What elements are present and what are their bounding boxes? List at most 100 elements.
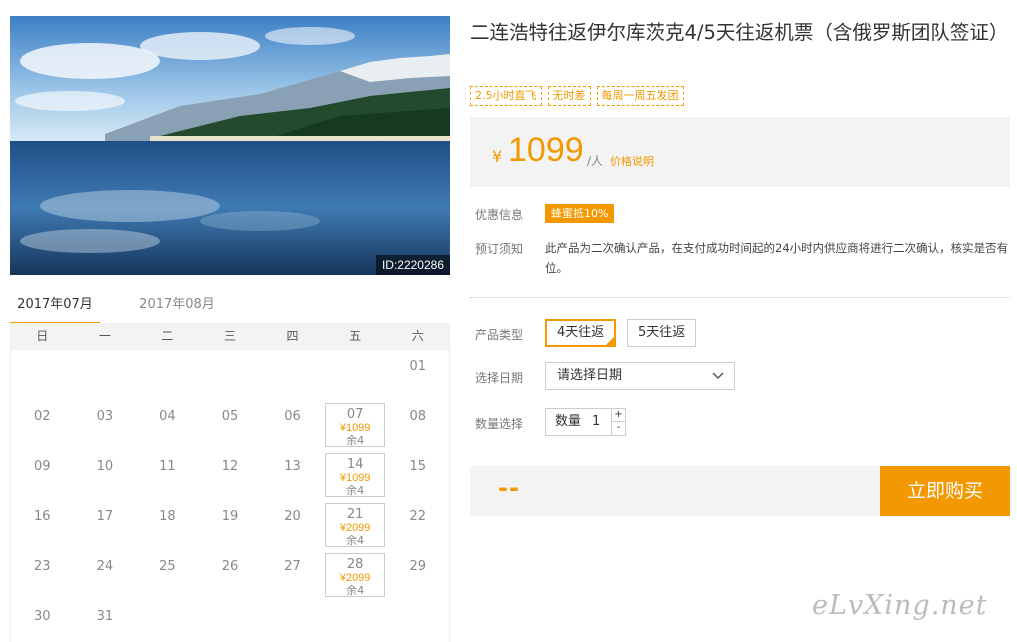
calendar-day-remaining: 余4 xyxy=(346,434,365,447)
total-bar: -- xyxy=(470,466,880,516)
calendar-day-number: 29 xyxy=(409,559,426,574)
calendar-day: 19 xyxy=(199,500,262,550)
calendar-day-number: 27 xyxy=(284,559,301,574)
calendar-day-number: 01 xyxy=(409,359,426,374)
calendar-day-number: 09 xyxy=(34,459,51,474)
calendar-day-number: 21 xyxy=(346,507,364,522)
price-unit: /人 xyxy=(587,154,604,168)
calendar-day-number: 02 xyxy=(34,409,51,424)
calendar-day: 04 xyxy=(136,400,199,450)
calendar-blank-cell xyxy=(11,350,74,400)
product-title: 二连浩特往返伊尔库茨克4/5天往返机票（含俄罗斯团队签证） xyxy=(470,21,1009,44)
calendar-weekday-header: 日 一 二 三 四 五 六 xyxy=(11,323,449,350)
notice-label: 预订须知 xyxy=(475,242,524,256)
calendar-day-number: 26 xyxy=(221,559,239,574)
calendar-day: 23 xyxy=(11,550,74,600)
calendar-day-price: ¥2099 xyxy=(339,522,371,534)
calendar-day-number: 22 xyxy=(409,509,426,524)
quantity-plus-button[interactable]: + xyxy=(611,409,625,422)
calendar-day: 24 xyxy=(74,550,137,600)
feature-tag: 2.5小时直飞 xyxy=(470,86,542,106)
calendar-day-available[interactable]: 21 ¥2099 余4 xyxy=(324,503,386,547)
calendar-day-number: 10 xyxy=(96,459,114,474)
calendar-day: 31 xyxy=(74,600,137,642)
calendar-blank-cell xyxy=(199,350,262,400)
calendar-day: 06 xyxy=(261,400,324,450)
tab-2017-08[interactable]: 2017年08月 xyxy=(132,293,222,325)
option-4-day[interactable]: 4天往返 xyxy=(545,319,617,347)
calendar-blank-cell xyxy=(261,350,324,400)
calendar-day-number: 12 xyxy=(221,459,239,474)
weekday-label: 三 xyxy=(223,329,236,343)
calendar-day-available[interactable]: 07 ¥1099 余4 xyxy=(324,403,386,447)
buy-now-button[interactable]: 立即购买 xyxy=(880,466,1010,516)
calendar-day: 12 xyxy=(199,450,262,500)
calendar-day: 11 xyxy=(136,450,199,500)
calendar-day-number: 15 xyxy=(409,459,426,474)
calendar-day-price: ¥1099 xyxy=(339,422,371,434)
calendar-day: 01 xyxy=(386,350,449,400)
calendar-day-number: 20 xyxy=(284,509,301,524)
quantity-value[interactable]: 1 xyxy=(592,409,600,435)
calendar-day-number: 30 xyxy=(34,609,51,624)
quantity-minus-button[interactable]: - xyxy=(611,422,625,435)
calendar-blank-cell xyxy=(324,350,387,400)
calendar-blank-cell xyxy=(74,350,137,400)
calendar-day: 30 xyxy=(11,600,74,642)
month-tabs: 2017年07月 2017年08月 xyxy=(10,293,450,325)
calendar-day: 08 xyxy=(386,400,449,450)
calendar-day-number: 11 xyxy=(159,459,176,474)
calendar-day-number: 17 xyxy=(96,509,114,524)
date-select[interactable]: 请选择日期 xyxy=(545,362,735,390)
weekday-label: 一 xyxy=(98,329,111,343)
feature-tags: 2.5小时直飞 无时差 每周一周五发团 xyxy=(470,86,684,106)
calendar-day-available[interactable]: 14 ¥1099 余4 xyxy=(324,453,386,497)
date-label: 选择日期 xyxy=(475,371,524,385)
calendar-day-number: 14 xyxy=(346,457,364,472)
calendar-day: 26 xyxy=(199,550,262,600)
quantity-text: 数量 xyxy=(555,414,582,429)
watermark: eLvXing.net xyxy=(812,590,988,621)
calendar-day: 22 xyxy=(386,500,449,550)
calendar: 日 一 二 三 四 五 六 01 02 03 04 05 06 07 ¥1099 余4 08 09 1… xyxy=(10,323,450,642)
calendar-day: 27 xyxy=(261,550,324,600)
calendar-day-price: ¥2099 xyxy=(339,572,371,584)
calendar-day: 25 xyxy=(136,550,199,600)
calendar-day-available[interactable]: 28 ¥2099 余4 xyxy=(324,553,386,597)
calendar-day: 10 xyxy=(74,450,137,500)
weekday-label: 二 xyxy=(161,329,174,343)
feature-tag: 无时差 xyxy=(547,86,591,106)
notice-text: 此产品为二次确认产品，在支付成功时间起的24小时内供应商将进行二次确认，核实是否… xyxy=(545,241,1009,275)
calendar-day: 17 xyxy=(74,500,137,550)
calendar-day-number: 25 xyxy=(159,559,176,574)
calendar-day-remaining: 余4 xyxy=(346,484,365,497)
calendar-grid: 01 02 03 04 05 06 07 ¥1099 余4 08 09 10 11 12 13 14 ¥1099… xyxy=(11,350,449,642)
feature-tag: 每周一周五发团 xyxy=(596,86,684,106)
calendar-day-number: 19 xyxy=(221,509,239,524)
calendar-day: 29 xyxy=(386,550,449,600)
calendar-day-number: 07 xyxy=(346,407,364,422)
calendar-day-number: 18 xyxy=(159,509,176,524)
calendar-day: 16 xyxy=(11,500,74,550)
calendar-day-number: 03 xyxy=(96,409,114,424)
price-amount: 1099 xyxy=(508,131,584,169)
calendar-day-number: 13 xyxy=(284,459,301,474)
weekday-label: 六 xyxy=(411,329,424,343)
calendar-day-number: 23 xyxy=(34,559,51,574)
calendar-day: 15 xyxy=(386,450,449,500)
calendar-day: 20 xyxy=(261,500,324,550)
quantity-label: 数量选择 xyxy=(475,417,524,431)
product-image: ID:2220286 xyxy=(10,16,450,275)
calendar-day: 03 xyxy=(74,400,137,450)
weekday-label: 日 xyxy=(36,329,49,343)
currency-symbol: ¥ xyxy=(492,147,503,166)
calendar-day-number: 06 xyxy=(284,409,301,424)
calendar-day-number: 31 xyxy=(96,609,114,624)
option-5-day[interactable]: 5天往返 xyxy=(627,319,697,347)
calendar-day: 18 xyxy=(136,500,199,550)
calendar-day-number: 28 xyxy=(346,557,364,572)
calendar-day-remaining: 余4 xyxy=(346,584,365,597)
weekday-label: 四 xyxy=(286,329,299,343)
price-explain-link[interactable]: 价格说明 xyxy=(610,153,654,169)
tab-2017-07[interactable]: 2017年07月 xyxy=(10,293,100,325)
